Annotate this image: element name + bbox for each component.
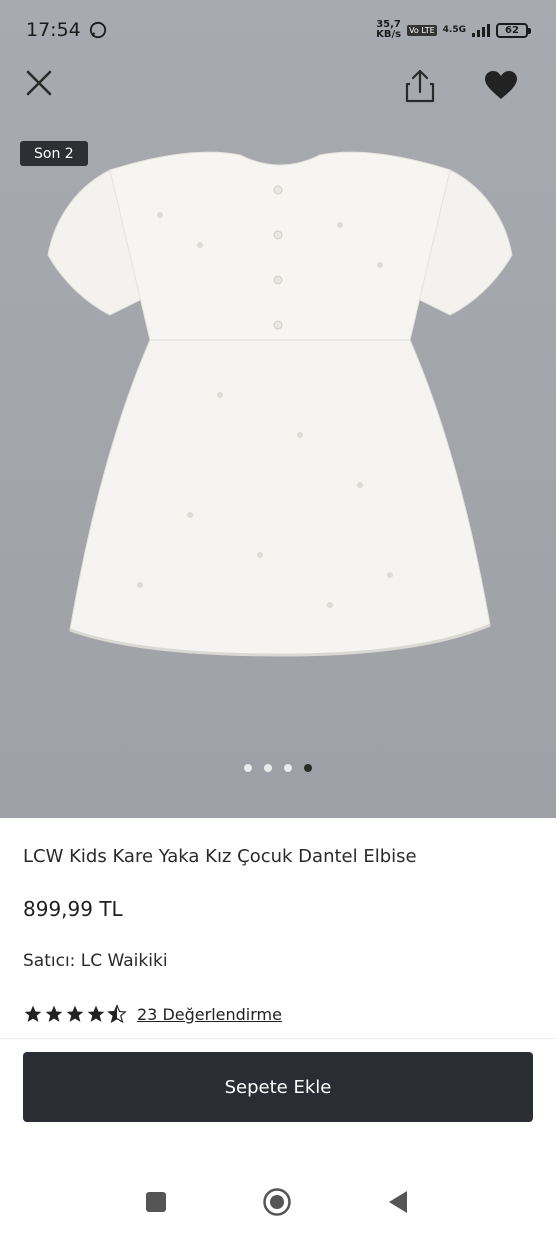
reviews-link[interactable]: 23 Değerlendirme <box>137 1005 282 1024</box>
pagination-dot[interactable] <box>264 764 272 772</box>
divider <box>0 1038 556 1039</box>
recents-button[interactable] <box>139 1185 173 1219</box>
star-icon <box>45 1005 63 1022</box>
star-icon <box>66 1005 84 1022</box>
rating-row[interactable]: 23 Değerlendirme <box>23 1004 282 1024</box>
heart-icon <box>485 71 517 99</box>
star-icon <box>87 1005 105 1022</box>
pagination-dot[interactable] <box>244 764 252 772</box>
stock-badge: Son 2 <box>20 141 88 166</box>
volte-indicator: Vo LTE <box>407 24 437 36</box>
whatsapp-icon <box>89 21 106 39</box>
gallery-pagination[interactable] <box>0 764 556 772</box>
product-image <box>47 151 513 657</box>
network-type: 4.5G <box>442 25 466 35</box>
rating-stars <box>23 1004 127 1024</box>
network-speed: 35,7 KB/s <box>376 19 402 40</box>
back-triangle-icon <box>389 1191 407 1213</box>
product-image-gallery[interactable] <box>0 0 556 818</box>
clock: 17:54 <box>26 19 81 41</box>
battery-icon: 62 <box>496 22 531 38</box>
favorite-button[interactable] <box>482 66 520 104</box>
star-half-icon <box>107 1004 127 1024</box>
close-icon <box>26 70 52 96</box>
product-price: 899,99 TL <box>23 897 123 921</box>
signal-icon <box>472 23 490 37</box>
pagination-dot-active[interactable] <box>304 764 312 772</box>
product-title: LCW Kids Kare Yaka Kız Çocuk Dantel Elbi… <box>23 846 417 867</box>
seller-link[interactable]: Satıcı: LC Waikiki <box>23 951 168 971</box>
system-navigation-bar <box>0 1165 556 1235</box>
star-icon <box>24 1005 42 1022</box>
add-to-cart-button[interactable]: Sepete Ekle <box>23 1052 533 1122</box>
home-button[interactable] <box>260 1185 294 1219</box>
share-icon <box>405 69 435 103</box>
share-button[interactable] <box>400 64 440 108</box>
close-button[interactable] <box>20 64 58 102</box>
status-bar: 17:54 35,7 KB/s Vo LTE 4.5G 62 <box>0 0 556 60</box>
home-circle-icon <box>263 1188 291 1216</box>
pagination-dot[interactable] <box>284 764 292 772</box>
back-button[interactable] <box>381 1185 415 1219</box>
square-icon <box>146 1192 166 1212</box>
image-toolbar <box>0 60 556 120</box>
